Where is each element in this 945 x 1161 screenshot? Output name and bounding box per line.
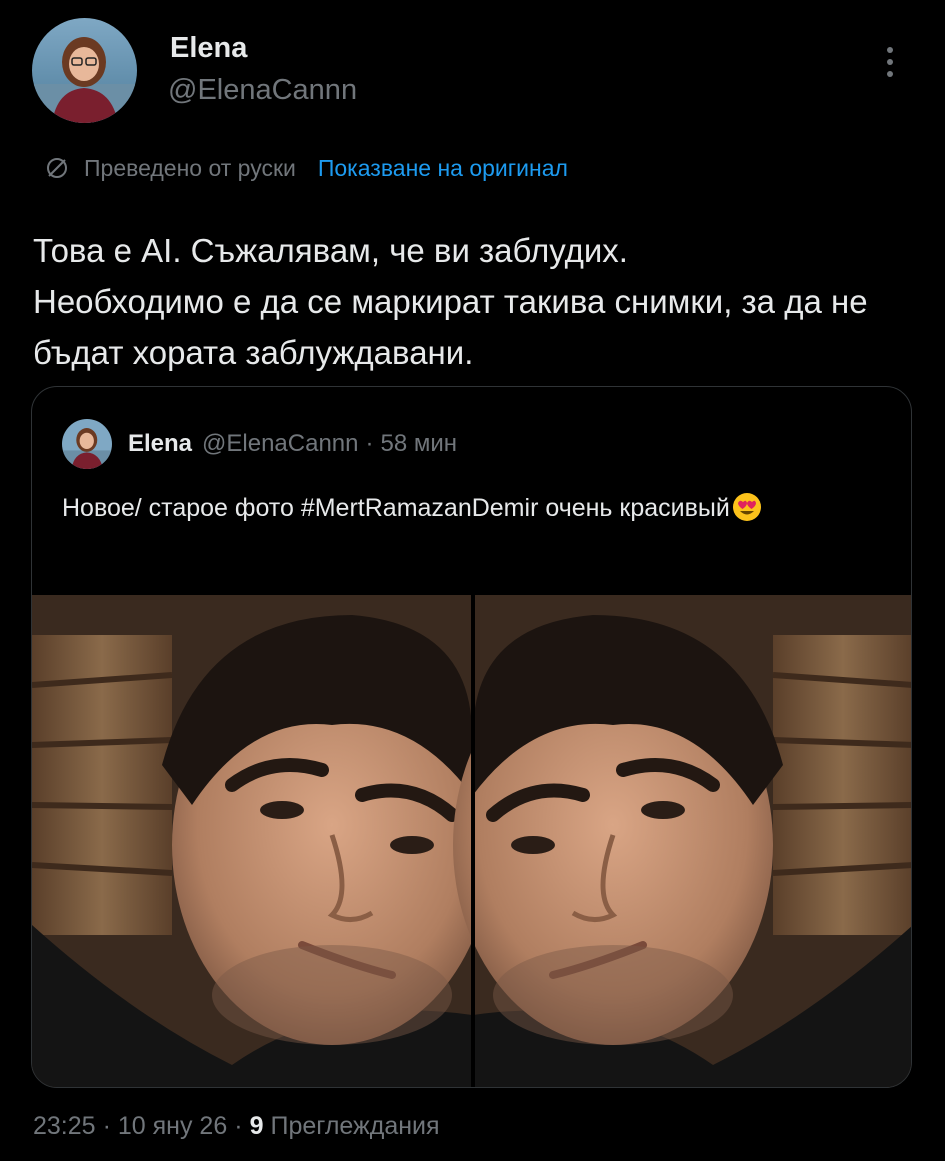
quoted-author-name: Elena — [128, 430, 193, 457]
tweet-meta-footer: 23:25 · 10 яну 26 · 9 Преглеждания — [33, 1112, 440, 1141]
author-display-name[interactable]: Elena — [170, 32, 247, 65]
quoted-tweet-text: Новое/ старое фото #MertRamazanDemir оче… — [62, 487, 882, 530]
tweet-line: Необходимо е да се маркират такива снимк… — [33, 283, 868, 371]
tweet-text: Това е AI. Съжалявам, че ви заблудих. Не… — [33, 225, 913, 378]
translation-row: Преведено от руски Показване на оригинал — [44, 150, 568, 186]
separator-dot: · — [102, 1112, 111, 1140]
quoted-tweet-header: Elena @ElenaCannn · 58 мин — [62, 419, 457, 469]
more-vertical-icon — [887, 47, 893, 77]
translated-label: Преведено от руски — [84, 154, 296, 181]
more-options-button[interactable] — [872, 40, 908, 84]
smiling-face-with-heart-eyes-icon — [732, 493, 761, 521]
show-original-link[interactable]: Показване на оригинал — [318, 155, 568, 182]
quoted-timestamp: 58 мин — [380, 430, 458, 457]
separator-dot: · — [365, 430, 374, 457]
author-handle[interactable]: @ElenaCannn — [168, 74, 357, 107]
post-time[interactable]: 23:25 — [33, 1112, 96, 1141]
quoted-tweet-card[interactable]: Elena @ElenaCannn · 58 мин Новое/ старое… — [31, 386, 912, 1088]
author-avatar[interactable] — [32, 18, 137, 123]
views-count: 9 — [249, 1112, 264, 1140]
post-date[interactable]: 10 яну 26 — [118, 1112, 227, 1141]
quoted-media-photo[interactable] — [32, 595, 911, 1087]
translate-icon — [47, 158, 67, 178]
views-label: Преглеждания — [270, 1112, 440, 1140]
quoted-text-content: Новое/ старое фото #MertRamazanDemir оче… — [62, 494, 730, 522]
quoted-author-handle: @ElenaCannn — [202, 430, 359, 457]
quoted-author-avatar — [62, 419, 112, 469]
separator-dot: · — [234, 1112, 243, 1140]
tweet-line: Това е AI. Съжалявам, че ви заблудих. — [33, 232, 628, 269]
tweet: Elena @ElenaCannn Преведено от руски Пок… — [0, 0, 945, 1161]
